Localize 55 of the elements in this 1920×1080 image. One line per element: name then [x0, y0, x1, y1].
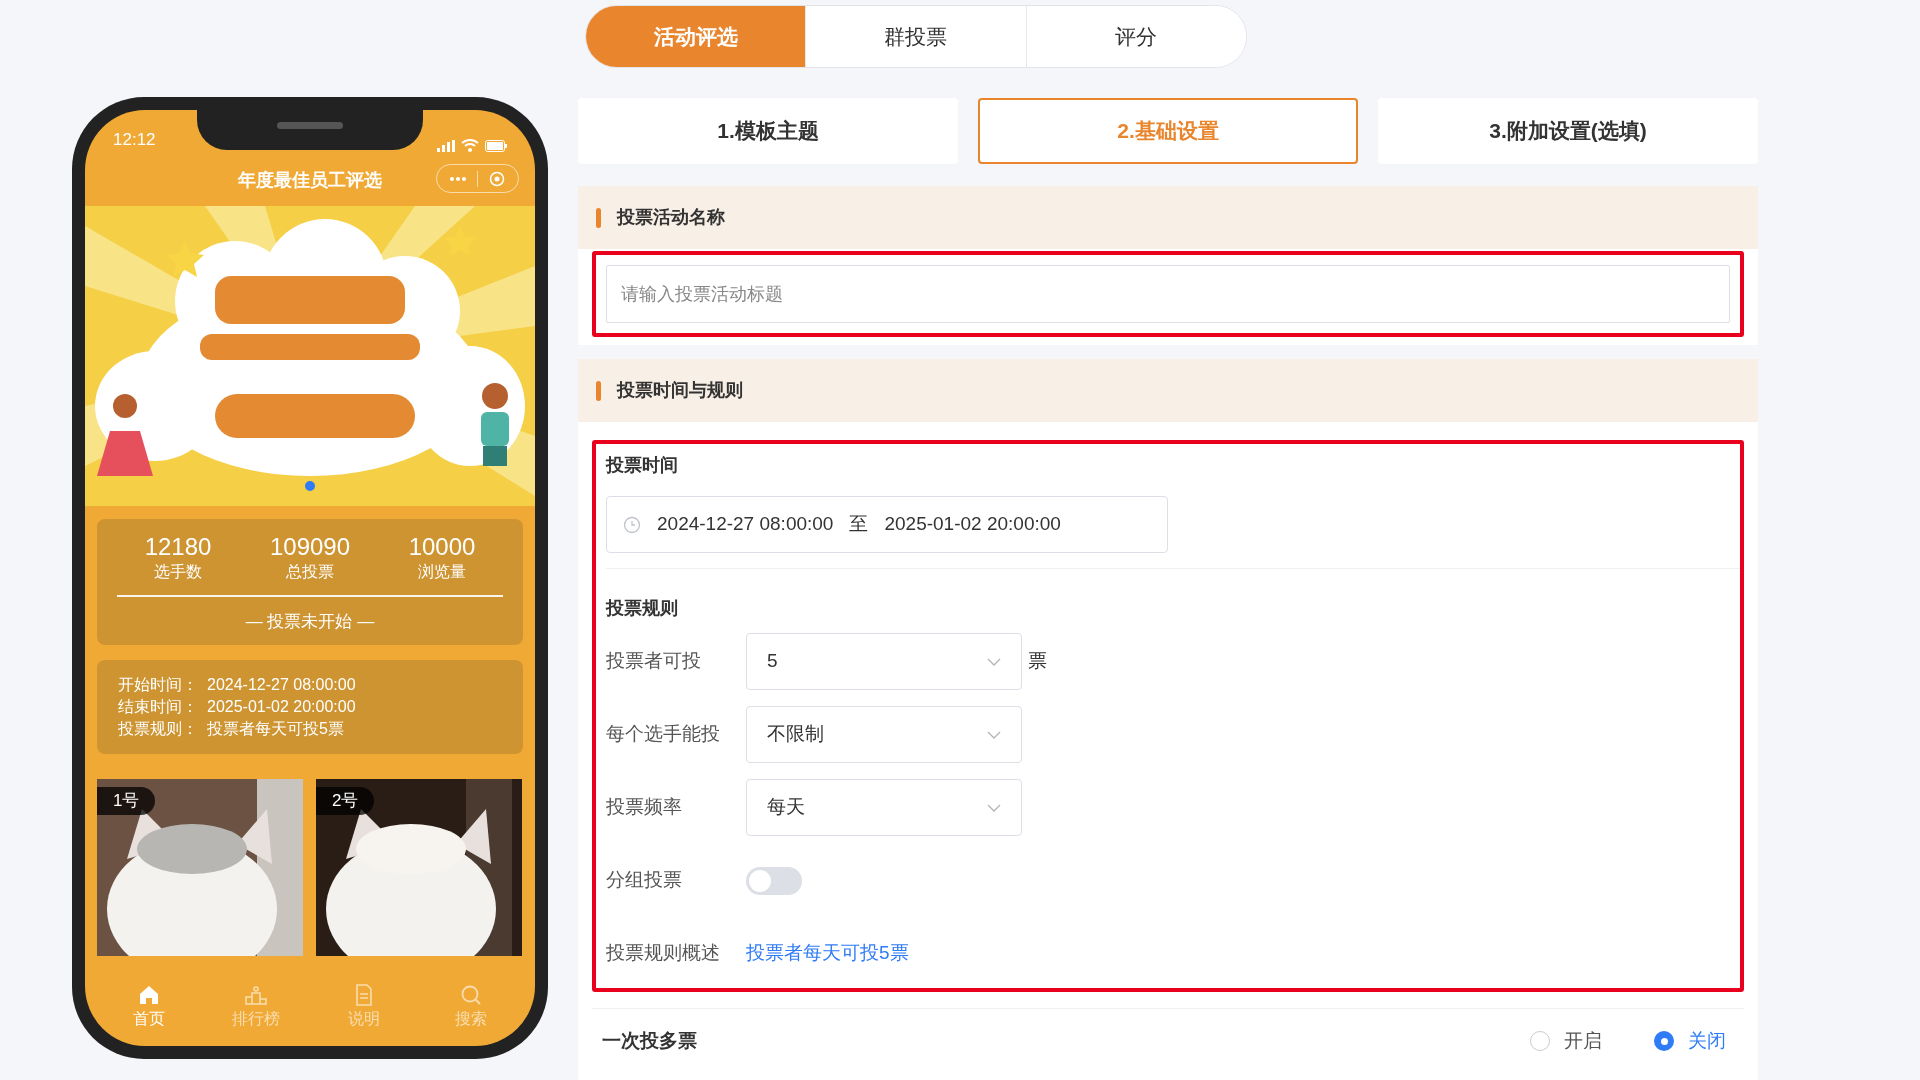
date-range-field[interactable]: 2024-12-27 08:00:00 至 2025-01-02 20:00:00: [606, 496, 1168, 553]
chevron-icon: [987, 657, 1001, 666]
field-label: 投票时间: [606, 454, 679, 477]
section-title: 投票时间与规则: [617, 379, 743, 402]
accent-bar: [596, 207, 601, 228]
speaker-grille: [277, 122, 343, 129]
title-input[interactable]: 请输入投票活动标题: [606, 265, 1730, 323]
stat-value: 10000: [408, 533, 476, 561]
stat-value: 109090: [269, 533, 351, 561]
vote-status: — 投票未开始 —: [245, 612, 375, 631]
field-label: 分组投票: [606, 868, 683, 893]
option-label: 一次投多票: [602, 1028, 697, 1053]
radio-option[interactable]: 开启: [1530, 1026, 1602, 1056]
clock-icon: [623, 515, 641, 534]
accent-bar: [596, 380, 601, 401]
dropdown[interactable]: 每天: [746, 779, 1022, 836]
field-label: 投票规则概述: [606, 941, 721, 966]
rule-summary-link[interactable]: 投票者每天可投5票: [746, 939, 909, 968]
wifi-icon: [461, 139, 479, 152]
number-badge: 2号: [316, 786, 375, 815]
more-icon: [450, 176, 466, 181]
podium-icon: [244, 983, 269, 1007]
step-tab[interactable]: 3.附加设置(选填): [1378, 98, 1758, 164]
close-icon: [489, 170, 505, 187]
signal-icon: [437, 139, 455, 152]
info-label: 结束时间：: [118, 696, 199, 717]
toggle-switch[interactable]: [746, 866, 802, 895]
field-label: 投票频率: [606, 795, 683, 820]
battery-icon: [485, 139, 507, 152]
step-tab[interactable]: 1.模板主题: [578, 98, 958, 164]
chevron-icon: [987, 803, 1001, 812]
info-value: 2025-01-02 20:00:00: [207, 696, 356, 717]
info-label: 投票规则：: [118, 718, 199, 739]
section-title: 投票活动名称: [617, 206, 725, 229]
field-label: 投票规则: [606, 597, 679, 620]
field-label: 投票者可投: [606, 649, 702, 674]
number-badge: 1号: [97, 786, 156, 815]
status-time: 12:12: [113, 128, 156, 151]
info-value: 投票者每天可投5票: [207, 718, 344, 739]
info-value: 2024-12-27 08:00:00: [207, 674, 356, 695]
radio-option[interactable]: 关闭: [1654, 1026, 1726, 1056]
radio-button[interactable]: [1654, 1031, 1674, 1051]
field-label: 每个选手能投: [606, 722, 721, 747]
stat-label: 浏览量: [418, 562, 466, 582]
dropdown[interactable]: 不限制: [746, 706, 1022, 763]
app-title: 年度最佳员工评选: [238, 168, 382, 192]
unit-label: 票: [1028, 649, 1047, 674]
stat-label: 选手数: [154, 562, 202, 582]
radio-button[interactable]: [1530, 1031, 1550, 1051]
dropdown[interactable]: 5: [746, 633, 1022, 690]
stat-label: 总投票: [286, 562, 334, 582]
stat-value: 12180: [144, 533, 212, 561]
mode-tab[interactable]: 评分: [1025, 6, 1246, 67]
chevron-icon: [987, 730, 1001, 739]
info-label: 开始时间：: [118, 674, 199, 695]
